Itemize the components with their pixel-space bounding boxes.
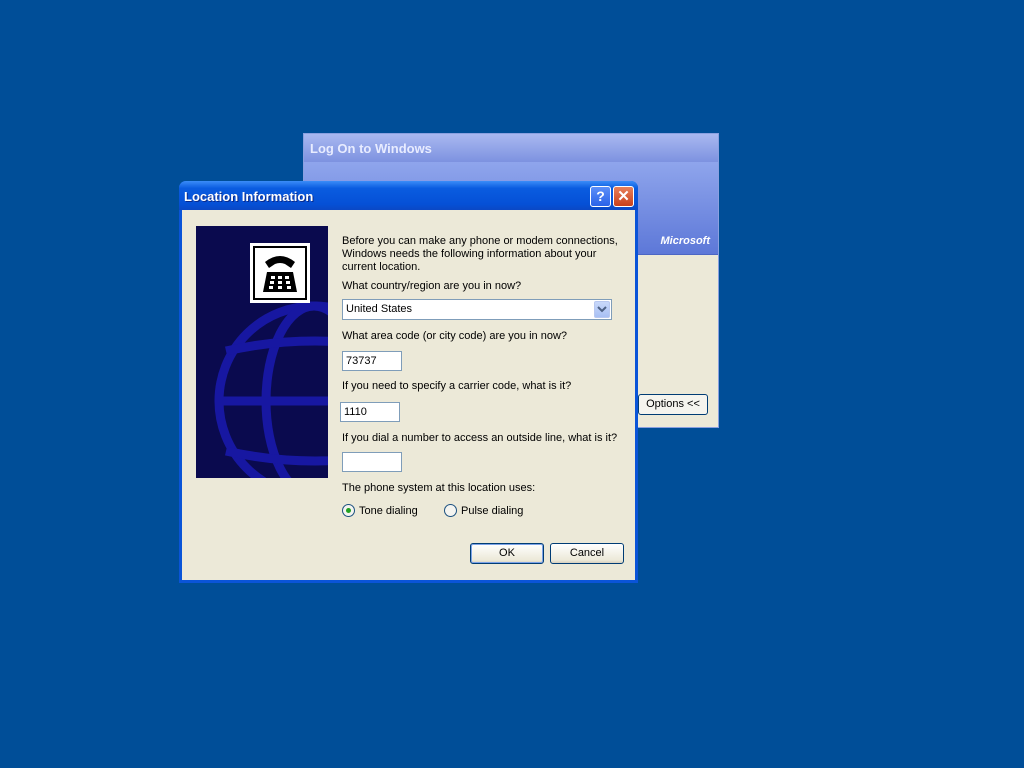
- dialog-title: Location Information: [184, 189, 314, 204]
- area-code-input[interactable]: [342, 351, 402, 371]
- options-button[interactable]: Options <<: [638, 394, 708, 415]
- intro-text: Before you can make any phone or modem c…: [342, 235, 618, 273]
- close-button[interactable]: ✕: [613, 186, 634, 207]
- telephone-icon-frame: [250, 243, 310, 303]
- area-code-label: What area code (or city code) are you in…: [342, 330, 568, 342]
- tone-radio-indicator[interactable]: [342, 504, 355, 517]
- phone-system-label: The phone system at this location uses:: [342, 482, 536, 494]
- pulse-dialing-radio[interactable]: Pulse dialing: [444, 504, 523, 517]
- globe-telephone-icon: [196, 226, 328, 478]
- dialog-body: Before you can make any phone or modem c…: [182, 210, 635, 580]
- dialog-titlebar[interactable]: Location Information ? ✕: [179, 181, 638, 210]
- tone-dialing-label: Tone dialing: [359, 504, 418, 517]
- tone-dialing-radio[interactable]: Tone dialing: [342, 504, 418, 517]
- country-value: United States: [346, 303, 413, 315]
- country-select[interactable]: United States: [342, 299, 612, 320]
- pulse-radio-indicator[interactable]: [444, 504, 457, 517]
- help-button[interactable]: ?: [590, 186, 611, 207]
- carrier-code-input[interactable]: [340, 402, 400, 422]
- country-label: What country/region are you in now?: [342, 280, 522, 292]
- location-information-dialog: Location Information ? ✕ Before you can …: [179, 181, 638, 583]
- pulse-dialing-label: Pulse dialing: [461, 504, 524, 517]
- outside-line-input[interactable]: [342, 452, 402, 472]
- outside-line-label: If you dial a number to access an outsid…: [342, 432, 618, 444]
- carrier-code-label: If you need to specify a carrier code, w…: [342, 380, 572, 392]
- chevron-down-icon[interactable]: [594, 301, 610, 318]
- logon-title: Log On to Windows: [304, 134, 718, 162]
- microsoft-logo: Microsoft: [660, 235, 711, 247]
- cancel-button[interactable]: Cancel: [550, 543, 624, 564]
- ok-button[interactable]: OK: [470, 543, 544, 564]
- telephone-icon: [253, 246, 307, 300]
